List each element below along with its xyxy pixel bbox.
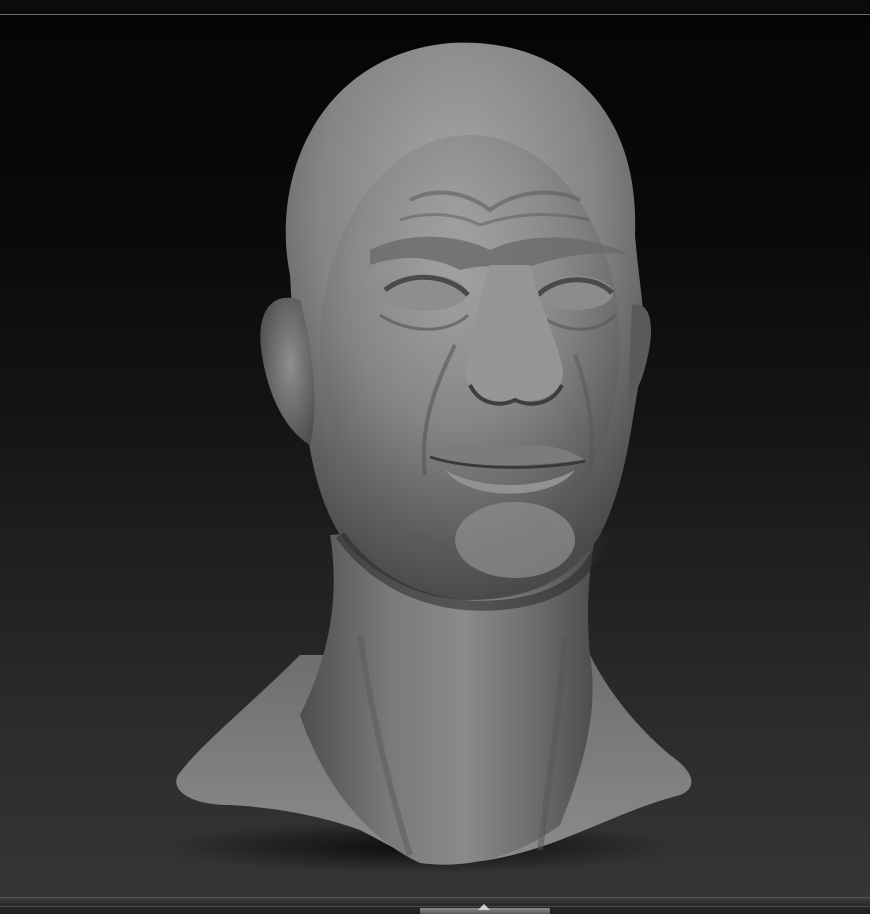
sculpted-head-icon — [160, 42, 692, 873]
bottom-shelf — [0, 897, 870, 914]
chevron-up-icon[interactable] — [478, 904, 490, 910]
canvas-viewport[interactable] — [0, 15, 870, 897]
sculpt-app-window — [0, 0, 870, 914]
shelf-scroll-handle[interactable] — [420, 904, 550, 914]
chin — [455, 502, 575, 578]
shelf-divider — [0, 906, 870, 907]
left-eye — [383, 275, 467, 311]
right-ear — [628, 304, 652, 400]
top-toolbar — [0, 0, 870, 15]
